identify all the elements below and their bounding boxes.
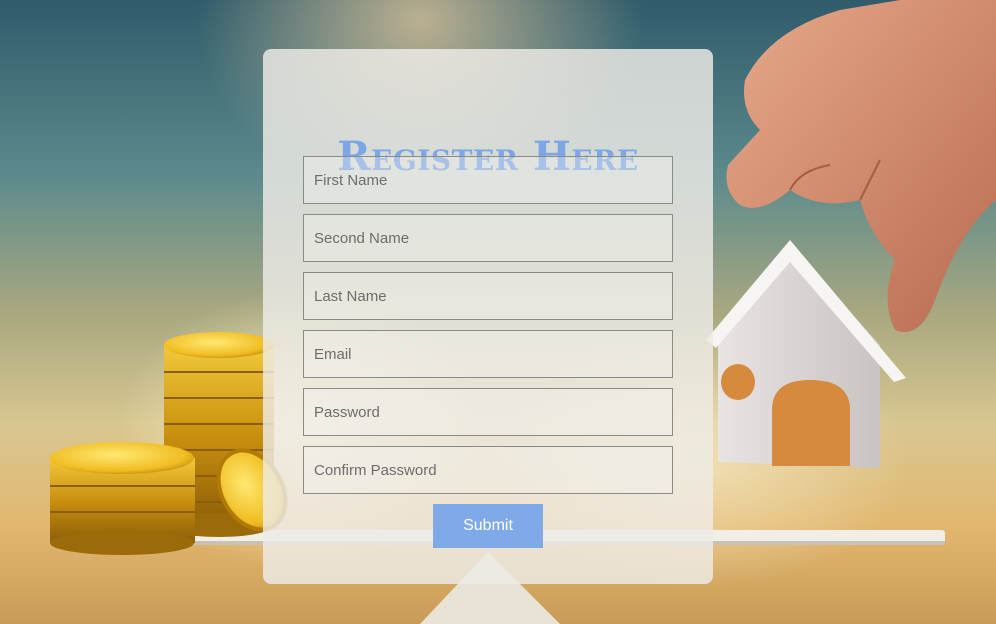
email-field[interactable] xyxy=(303,330,673,378)
second-name-field[interactable] xyxy=(303,214,673,262)
house xyxy=(706,240,906,468)
coin-stacks xyxy=(50,332,288,555)
submit-button[interactable]: Submit xyxy=(433,504,543,548)
first-name-field[interactable] xyxy=(303,156,673,204)
password-field[interactable] xyxy=(303,388,673,436)
last-name-field[interactable] xyxy=(303,272,673,320)
registration-card: Register Here Submit xyxy=(263,49,713,584)
confirm-password-field[interactable] xyxy=(303,446,673,494)
